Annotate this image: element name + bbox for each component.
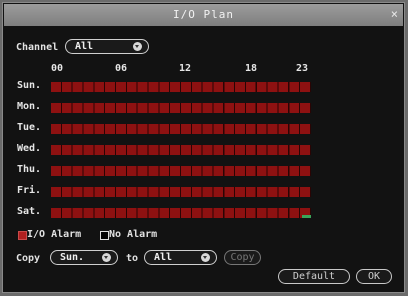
channel-select[interactable]: All xyxy=(65,39,149,54)
no-alarm-legend-label: No Alarm xyxy=(109,229,158,240)
hour-label-06: 06 xyxy=(115,63,128,74)
ok-button[interactable]: OK xyxy=(356,269,392,284)
schedule-bar-mon[interactable] xyxy=(51,103,311,113)
io-alarm-legend-label: I/O Alarm xyxy=(27,229,82,240)
hour-label-00: 00 xyxy=(51,63,64,74)
copy-to-value: All xyxy=(154,252,173,263)
channel-select-value: All xyxy=(75,41,94,52)
copy-to-select[interactable]: All xyxy=(144,250,217,265)
schedule-bar-fri[interactable] xyxy=(51,187,311,197)
schedule-row-sat: Sat. xyxy=(4,206,334,218)
chevron-down-icon xyxy=(102,253,111,262)
schedule-row-fri: Fri. xyxy=(4,185,334,197)
copy-from-value: Sun. xyxy=(60,252,85,263)
close-icon[interactable]: × xyxy=(391,7,398,21)
day-label-mon: Mon. xyxy=(17,101,42,112)
hour-label-12: 12 xyxy=(179,63,192,74)
io-plan-content: Channel All 00 06 12 18 23 Sun. Mon. Tue… xyxy=(4,26,403,291)
chevron-down-icon xyxy=(201,253,210,262)
schedule-bar-thu[interactable] xyxy=(51,166,311,176)
schedule-bar-sun[interactable] xyxy=(51,82,311,92)
no-alarm-swatch xyxy=(100,231,109,240)
hour-label-18: 18 xyxy=(245,63,258,74)
io-plan-window: I/O Plan × Channel All 00 06 12 18 23 Su… xyxy=(2,2,405,293)
io-alarm-swatch xyxy=(18,231,27,240)
schedule-bar-sat[interactable] xyxy=(51,208,311,218)
hour-label-23: 23 xyxy=(296,63,309,74)
copy-from-select[interactable]: Sun. xyxy=(50,250,118,265)
default-button[interactable]: Default xyxy=(278,269,350,284)
selection-marker xyxy=(302,215,311,218)
day-label-wed: Wed. xyxy=(17,143,42,154)
copy-to-label: to xyxy=(126,253,139,264)
schedule-bar-wed[interactable] xyxy=(51,145,311,155)
day-label-fri: Fri. xyxy=(17,185,42,196)
schedule-bar-tue[interactable] xyxy=(51,124,311,134)
channel-label: Channel xyxy=(16,42,59,53)
window-title: I/O Plan xyxy=(173,8,234,21)
schedule-row-tue: Tue. xyxy=(4,122,334,134)
copy-label: Copy xyxy=(16,253,41,264)
schedule-row-wed: Wed. xyxy=(4,143,334,155)
schedule-row-mon: Mon. xyxy=(4,101,334,113)
day-label-sun: Sun. xyxy=(17,80,42,91)
copy-button[interactable]: Copy xyxy=(224,250,261,265)
schedule-row-sun: Sun. xyxy=(4,80,334,92)
day-label-tue: Tue. xyxy=(17,122,42,133)
schedule-row-thu: Thu. xyxy=(4,164,334,176)
day-label-sat: Sat. xyxy=(17,206,42,217)
day-label-thu: Thu. xyxy=(17,164,42,175)
chevron-down-icon xyxy=(133,42,142,51)
title-bar: I/O Plan × xyxy=(4,4,403,27)
